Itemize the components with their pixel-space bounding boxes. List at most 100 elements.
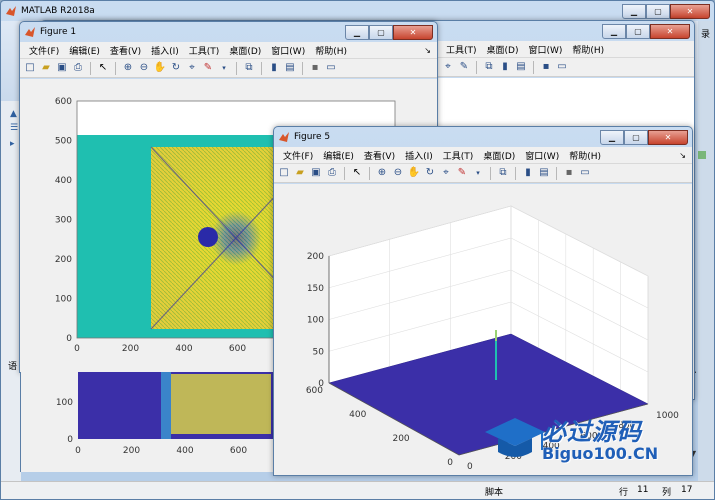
menu-edit[interactable]: 编辑(E) <box>64 44 105 57</box>
menu-file[interactable]: 文件(F) <box>24 44 64 57</box>
x-axis: 0 200 400 600 <box>75 446 247 456</box>
colorbar-icon[interactable]: ▮ <box>521 166 535 180</box>
hide-plot-tools-icon[interactable]: ▪ <box>539 60 553 74</box>
data-cursor-icon[interactable]: ⌖ <box>441 60 455 74</box>
link-plot-icon[interactable]: ⧉ <box>496 166 510 180</box>
menu-file[interactable]: 文件(F) <box>278 149 318 162</box>
close-button[interactable]: ✕ <box>650 23 690 39</box>
pan-hand-icon[interactable]: ✋ <box>407 166 421 180</box>
minimize-button[interactable]: ▁ <box>345 24 369 40</box>
menu-view[interactable]: 查看(V) <box>105 44 146 57</box>
menu-desktop[interactable]: 桌面(D) <box>224 44 266 57</box>
maximize-button[interactable]: ▢ <box>624 129 648 145</box>
watermark-cn: 必过源码 <box>542 418 642 446</box>
minimize-button[interactable]: ▁ <box>602 23 626 39</box>
open-file-icon[interactable]: ▰ <box>39 61 53 75</box>
pan-hand-icon[interactable]: ✋ <box>153 61 167 75</box>
y-tick-label: 100 <box>55 295 72 305</box>
zoom-out-icon[interactable]: ⊖ <box>391 166 405 180</box>
y-tick-label: 600 <box>55 97 72 107</box>
maximize-button[interactable]: ▢ <box>369 24 393 40</box>
hide-plot-tools-icon[interactable]: ▪ <box>562 166 576 180</box>
expand-icon[interactable]: ▸ <box>10 139 15 149</box>
brush-icon[interactable]: ✎ <box>455 166 469 180</box>
edit-plot-arrow-icon[interactable]: ↖ <box>350 166 364 180</box>
zoom-out-icon[interactable]: ⊖ <box>137 61 151 75</box>
menu-window[interactable]: 窗口(W) <box>520 149 564 162</box>
folder-arrow-icon[interactable]: ▲ <box>10 109 17 119</box>
menu-view[interactable]: 查看(V) <box>359 149 400 162</box>
maximize-button[interactable]: ▢ <box>646 3 670 19</box>
y-tick-label: 100 <box>56 398 73 408</box>
x-tick-label: 600 <box>229 344 246 354</box>
menu-desktop[interactable]: 桌面(D) <box>478 149 520 162</box>
save-icon[interactable]: ▣ <box>309 166 323 180</box>
legend-icon[interactable]: ▤ <box>283 61 297 75</box>
z-tick-label: 150 <box>307 284 324 294</box>
menu-help[interactable]: 帮助(H) <box>564 149 606 162</box>
show-plot-tools-icon[interactable]: ▭ <box>578 166 592 180</box>
y-tick-label: 200 <box>55 255 72 265</box>
menu-window[interactable]: 窗口(W) <box>523 43 567 56</box>
edit-plot-arrow-icon[interactable]: ↖ <box>96 61 110 75</box>
brush-icon[interactable]: ✎ <box>201 61 215 75</box>
y-tick-label: 300 <box>55 216 72 226</box>
menu-tools[interactable]: 工具(T) <box>441 43 482 56</box>
save-icon[interactable]: ▣ <box>55 61 69 75</box>
new-figure-icon[interactable]: □ <box>277 166 291 180</box>
rotate-3d-icon[interactable]: ↻ <box>169 61 183 75</box>
menu-tools[interactable]: 工具(T) <box>184 44 225 57</box>
figure-1-toolbar: □ ▰ ▣ ⎙ ↖ ⊕ ⊖ ✋ ↻ ⌖ ✎ ▾ ⧉ ▮ ▤ ▪ ▭ <box>20 59 437 78</box>
link-plot-icon[interactable]: ⧉ <box>242 61 256 75</box>
minimize-button[interactable]: ▁ <box>600 129 624 145</box>
y-tick-label: 200 <box>392 434 409 444</box>
behind-figure-lower: 0 100 0 200 400 600 <box>20 372 275 472</box>
colorbar-icon[interactable]: ▮ <box>267 61 281 75</box>
close-button[interactable]: ✕ <box>648 129 688 145</box>
menu-help[interactable]: 帮助(H) <box>310 44 352 57</box>
data-cursor-icon[interactable]: ⌖ <box>439 166 453 180</box>
y-tick-label: 400 <box>55 176 72 186</box>
matlab-figure-icon <box>25 27 35 37</box>
link-plot-icon[interactable]: ⧉ <box>482 60 496 74</box>
open-file-icon[interactable]: ▰ <box>293 166 307 180</box>
legend-icon[interactable]: ▤ <box>537 166 551 180</box>
dock-arrow-icon[interactable]: ↘ <box>679 151 686 160</box>
minimize-button[interactable]: ▁ <box>622 3 646 19</box>
menu-insert[interactable]: 插入(I) <box>400 149 438 162</box>
rotate-3d-icon[interactable]: ↻ <box>423 166 437 180</box>
figure-5-titlebar: Figure 5 ▁ ▢ ✕ <box>274 127 692 147</box>
brush-dropdown-icon[interactable]: ▾ <box>217 61 231 75</box>
menu-edit[interactable]: 编辑(E) <box>318 149 359 162</box>
show-plot-tools-icon[interactable]: ▭ <box>324 61 338 75</box>
behind-plot-edge <box>161 372 171 439</box>
x-tick-label: 200 <box>123 446 140 456</box>
hide-plot-tools-icon[interactable]: ▪ <box>308 61 322 75</box>
menu-window[interactable]: 窗口(W) <box>266 44 310 57</box>
print-icon[interactable]: ⎙ <box>325 166 339 180</box>
menu-insert[interactable]: 插入(I) <box>146 44 184 57</box>
figure-5-title: Figure 5 <box>294 132 331 142</box>
colorbar-icon[interactable]: ▮ <box>498 60 512 74</box>
show-plot-tools-icon[interactable]: ▭ <box>555 60 569 74</box>
print-icon[interactable]: ⎙ <box>71 61 85 75</box>
figure-5-menubar: 文件(F) 编辑(E) 查看(V) 插入(I) 工具(T) 桌面(D) 窗口(W… <box>274 147 692 164</box>
row-value: 11 <box>637 485 649 495</box>
zoom-in-icon[interactable]: ⊕ <box>121 61 135 75</box>
row-label: 行 <box>619 488 629 498</box>
maximize-button[interactable]: ▢ <box>626 23 650 39</box>
col-label: 列 <box>662 488 672 498</box>
menu-desktop[interactable]: 桌面(D) <box>482 43 524 56</box>
brush-icon[interactable]: ✎ <box>457 60 471 74</box>
new-figure-icon[interactable]: □ <box>23 61 37 75</box>
dock-arrow-icon[interactable]: ↘ <box>424 46 431 55</box>
zoom-in-icon[interactable]: ⊕ <box>375 166 389 180</box>
menu-help[interactable]: 帮助(H) <box>567 43 609 56</box>
menu-tools[interactable]: 工具(T) <box>438 149 479 162</box>
close-button[interactable]: ✕ <box>393 24 433 40</box>
brush-dropdown-icon[interactable]: ▾ <box>471 166 485 180</box>
close-button[interactable]: ✕ <box>670 3 710 19</box>
folder-icon[interactable]: ☰ <box>10 123 18 133</box>
legend-icon[interactable]: ▤ <box>514 60 528 74</box>
data-cursor-icon[interactable]: ⌖ <box>185 61 199 75</box>
